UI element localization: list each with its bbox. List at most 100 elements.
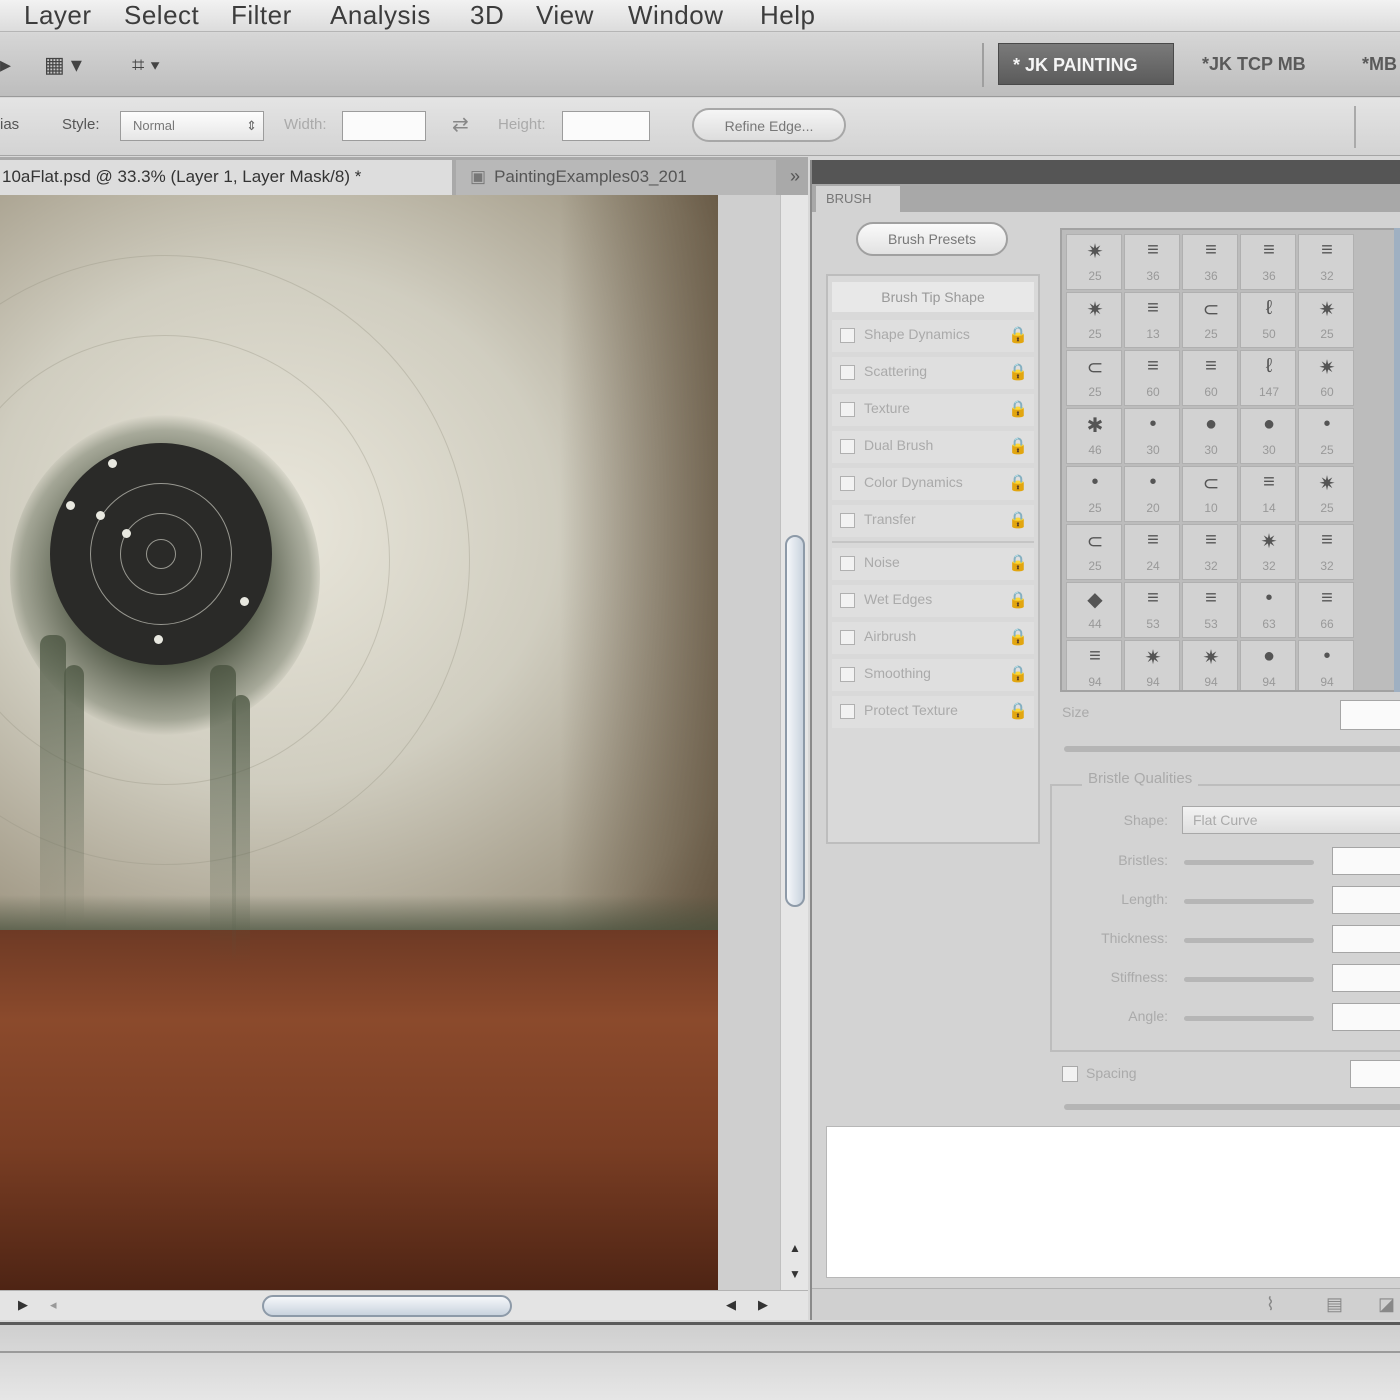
- brush-tip-cell[interactable]: ≡ 24: [1124, 524, 1180, 580]
- lock-icon[interactable]: 🔒: [1008, 473, 1028, 493]
- arrange-documents-icon[interactable]: ▦ ▾: [44, 51, 82, 79]
- brush-tip-cell[interactable]: ≡ 32: [1298, 234, 1354, 290]
- brush-tip-grid[interactable]: ✷ 25 ≡ 36 ≡ 36 ≡ 36 ≡ 32 ✷ 25 ≡ 13 ⊂ 25 ℓ 50 ✷ 25 ⊂ 25 ≡ 60 ≡ 60 ℓ…: [1060, 228, 1396, 692]
- brush-tip-cell[interactable]: ⊂ 10: [1182, 466, 1238, 522]
- vertical-scrollbar[interactable]: ▲ ▼: [780, 195, 808, 1290]
- bristle-slider[interactable]: [1184, 977, 1314, 982]
- lock-icon[interactable]: 🔒: [1008, 399, 1028, 419]
- brush-tip-cell[interactable]: ✱ 46: [1066, 408, 1122, 464]
- brush-tip-cell[interactable]: ≡ 60: [1124, 350, 1180, 406]
- brush-tip-cell[interactable]: ≡ 53: [1182, 582, 1238, 638]
- spacing-checkbox[interactable]: [1062, 1066, 1078, 1082]
- screen-mode-icon[interactable]: ⌗ ▾: [132, 51, 160, 79]
- brush-option-row[interactable]: Noise 🔒: [832, 548, 1034, 580]
- option-checkbox[interactable]: [840, 593, 855, 608]
- brush-tip-cell[interactable]: • 63: [1240, 582, 1296, 638]
- brush-tip-cell[interactable]: ⊂ 25: [1182, 292, 1238, 348]
- brush-tip-cell[interactable]: ✷ 94: [1124, 640, 1180, 690]
- brush-presets-button[interactable]: Brush Presets: [856, 222, 1008, 256]
- scroll-left-icon[interactable]: ◀: [726, 1297, 736, 1313]
- brush-tip-cell[interactable]: ≡ 36: [1124, 234, 1180, 290]
- brush-tip-cell[interactable]: ≡ 14: [1240, 466, 1296, 522]
- bristle-slider[interactable]: [1184, 899, 1314, 904]
- horizontal-scroll-thumb[interactable]: [262, 1295, 512, 1317]
- option-checkbox[interactable]: [840, 667, 855, 682]
- menu-analysis[interactable]: Analysis: [330, 0, 431, 32]
- horizontal-scrollbar[interactable]: ▶ ◂ ◀ ▶: [0, 1290, 808, 1320]
- workspace-jk-painting[interactable]: * JK PAINTING: [998, 43, 1174, 85]
- option-checkbox[interactable]: [840, 365, 855, 380]
- lock-icon[interactable]: 🔒: [1008, 553, 1028, 573]
- brush-tip-cell[interactable]: ≡ 94: [1066, 640, 1122, 690]
- bristle-value-field[interactable]: [1332, 847, 1400, 875]
- brush-tip-cell[interactable]: ≡ 53: [1124, 582, 1180, 638]
- brush-tip-cell[interactable]: • 94: [1298, 640, 1354, 690]
- toggle-panel-icon[interactable]: ◪: [1378, 1294, 1395, 1315]
- workspace-jk-tcp-mb[interactable]: *JK TCP MB: [1188, 43, 1320, 85]
- brush-tip-cell[interactable]: ℓ 147: [1240, 350, 1296, 406]
- bristle-value-field[interactable]: [1332, 925, 1400, 953]
- option-checkbox[interactable]: [840, 439, 855, 454]
- brush-tip-cell[interactable]: ✷ 25: [1066, 292, 1122, 348]
- lock-icon[interactable]: 🔒: [1008, 701, 1028, 721]
- brush-tip-cell[interactable]: • 25: [1066, 466, 1122, 522]
- menu-select[interactable]: Select: [124, 0, 199, 32]
- create-new-brush-icon[interactable]: ▤: [1326, 1294, 1343, 1315]
- brush-tip-cell[interactable]: ≡ 13: [1124, 292, 1180, 348]
- brush-tip-cell[interactable]: • 30: [1124, 408, 1180, 464]
- lock-icon[interactable]: 🔒: [1008, 325, 1028, 345]
- lock-icon[interactable]: 🔒: [1008, 627, 1028, 647]
- bristle-slider[interactable]: [1184, 938, 1314, 943]
- brush-grid-scrollbar[interactable]: [1394, 228, 1400, 692]
- swap-dimensions-icon[interactable]: ⇄: [452, 112, 469, 137]
- shape-select[interactable]: Flat Curve: [1182, 806, 1400, 834]
- menu-help[interactable]: Help: [760, 0, 815, 32]
- brush-tip-cell[interactable]: ● 30: [1240, 408, 1296, 464]
- bristle-value-field[interactable]: [1332, 964, 1400, 992]
- spacing-field[interactable]: [1350, 1060, 1400, 1088]
- vertical-scroll-thumb[interactable]: [785, 535, 805, 907]
- brush-option-row[interactable]: Texture 🔒: [832, 394, 1034, 426]
- brush-tip-cell[interactable]: ⊂ 25: [1066, 350, 1122, 406]
- painting-canvas[interactable]: [0, 195, 718, 1290]
- brush-tip-cell[interactable]: ≡ 36: [1182, 234, 1238, 290]
- menu-view[interactable]: View: [536, 0, 594, 32]
- brush-tip-cell[interactable]: ● 94: [1240, 640, 1296, 690]
- bristle-slider[interactable]: [1184, 1016, 1314, 1021]
- scroll-left-icon[interactable]: ◂: [50, 1297, 57, 1313]
- brush-tip-cell[interactable]: ✷ 60: [1298, 350, 1354, 406]
- refine-edge-button[interactable]: Refine Edge...: [692, 108, 846, 142]
- bristle-preview-icon[interactable]: ⌇: [1266, 1294, 1275, 1315]
- brush-tip-cell[interactable]: ✷ 25: [1298, 292, 1354, 348]
- brush-tip-cell[interactable]: ≡ 60: [1182, 350, 1238, 406]
- canvas-area[interactable]: [0, 195, 780, 1290]
- lock-icon[interactable]: 🔒: [1008, 664, 1028, 684]
- brush-tip-cell[interactable]: • 20: [1124, 466, 1180, 522]
- menu-filter[interactable]: Filter: [231, 0, 292, 32]
- bristle-value-field[interactable]: [1332, 886, 1400, 914]
- spacing-slider[interactable]: [1064, 1104, 1400, 1110]
- brush-option-row[interactable]: Transfer 🔒: [832, 505, 1034, 537]
- brush-tip-cell[interactable]: • 25: [1298, 408, 1354, 464]
- brush-tip-cell[interactable]: ⊂ 25: [1066, 524, 1122, 580]
- tab-active-document[interactable]: 10aFlat.psd @ 33.3% (Layer 1, Layer Mask…: [0, 160, 452, 195]
- workspace-mb[interactable]: *MB: [1348, 43, 1400, 85]
- brush-tip-cell[interactable]: ✷ 25: [1066, 234, 1122, 290]
- brush-option-row[interactable]: Airbrush 🔒: [832, 622, 1034, 654]
- menu-layer[interactable]: Layer: [24, 0, 92, 32]
- option-checkbox[interactable]: [840, 630, 855, 645]
- brush-tip-cell[interactable]: ≡ 32: [1182, 524, 1238, 580]
- tab-brush[interactable]: BRUSH: [816, 186, 900, 212]
- play-icon[interactable]: ▶: [18, 1297, 28, 1313]
- more-tabs-icon[interactable]: »: [790, 166, 800, 187]
- scroll-up-icon[interactable]: ▲: [789, 1241, 801, 1255]
- brush-tip-cell[interactable]: ✷ 32: [1240, 524, 1296, 580]
- brush-tip-cell[interactable]: ● 30: [1182, 408, 1238, 464]
- brush-tip-cell[interactable]: ✷ 94: [1182, 640, 1238, 690]
- width-field[interactable]: [342, 111, 426, 141]
- option-checkbox[interactable]: [840, 513, 855, 528]
- option-checkbox[interactable]: [840, 556, 855, 571]
- brush-option-row[interactable]: Dual Brush 🔒: [832, 431, 1034, 463]
- brush-tip-cell[interactable]: ≡ 32: [1298, 524, 1354, 580]
- brush-tip-cell[interactable]: ✷ 25: [1298, 466, 1354, 522]
